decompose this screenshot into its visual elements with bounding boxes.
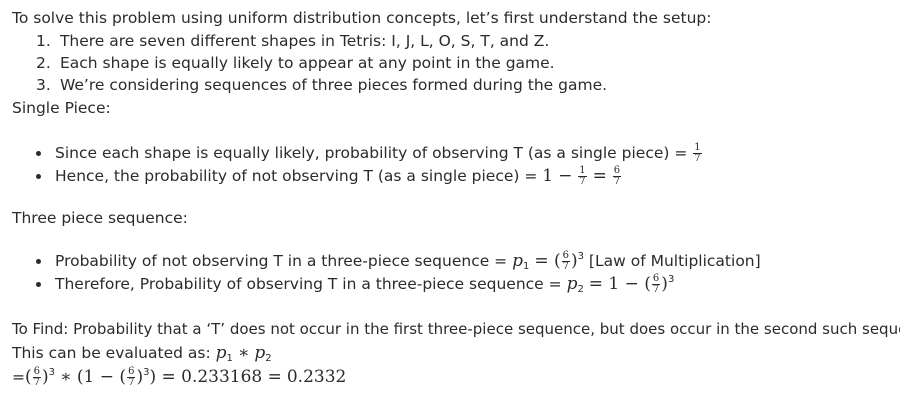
fraction-denominator: 7 bbox=[579, 176, 586, 187]
law-note: [Law of Multiplication] bbox=[588, 252, 761, 270]
setup-item-number: 3. bbox=[36, 76, 51, 94]
result-equals: = bbox=[12, 368, 25, 386]
three-bullet-1-text: Probability of not observing T in a thre… bbox=[55, 252, 508, 270]
fraction: 67 bbox=[32, 367, 42, 388]
fraction: 67 bbox=[612, 166, 622, 187]
setup-item-3: 3. We’re considering sequences of three … bbox=[36, 74, 607, 96]
math-open-paren: ( bbox=[25, 367, 32, 387]
setup-item-2: 2. Each shape is equally likely to appea… bbox=[36, 52, 555, 74]
math-close-paren: ) bbox=[42, 367, 49, 387]
single-bullet-1: Since each shape is equally likely, prob… bbox=[55, 142, 703, 164]
math-subscript: 2 bbox=[265, 353, 272, 364]
math-equals: = bbox=[592, 166, 607, 186]
math-equals-open: = 1 − ( bbox=[588, 274, 651, 294]
bullet-dot bbox=[36, 174, 41, 179]
to-find-text: To Find: Probability that a ‘T’ does not… bbox=[12, 320, 900, 338]
fraction-denominator: 7 bbox=[613, 176, 621, 187]
setup-item-number: 1. bbox=[36, 32, 51, 50]
setup-item-number: 2. bbox=[36, 54, 51, 72]
math-exponent: 3 bbox=[667, 274, 675, 285]
math-star-open: ∗ (1 − ( bbox=[59, 367, 127, 387]
fraction-denominator: 7 bbox=[562, 261, 569, 272]
fraction-denominator: 7 bbox=[33, 377, 41, 388]
fraction: 17 bbox=[693, 143, 702, 164]
evaluated-line: This can be evaluated as: p1 ∗ p2 bbox=[12, 342, 272, 364]
math-result-tail: ) = 0.233168 = bbox=[149, 367, 282, 387]
solution-document: To solve this problem using uniform dist… bbox=[0, 0, 900, 403]
bullet-dot bbox=[36, 282, 41, 287]
setup-item-1: 1. There are seven different shapes in T… bbox=[36, 30, 549, 52]
three-bullet-1: Probability of not observing T in a thre… bbox=[55, 250, 761, 272]
math-equals-open: = ( bbox=[534, 251, 561, 271]
bullet-dot bbox=[36, 151, 41, 156]
setup-item-text: Each shape is equally likely to appear a… bbox=[59, 54, 555, 72]
fraction: 67 bbox=[561, 251, 570, 272]
math-subscript: 2 bbox=[577, 284, 584, 295]
setup-item-text: We’re considering sequences of three pie… bbox=[59, 76, 608, 94]
three-bullet-2-text: Therefore, Probability of observing T in… bbox=[55, 275, 562, 293]
math-minus: − bbox=[558, 166, 573, 186]
math-p: p bbox=[254, 343, 266, 363]
math-close-paren: ) bbox=[570, 251, 578, 271]
three-piece-heading: Three piece sequence: bbox=[12, 209, 188, 227]
math-subscript: 1 bbox=[226, 353, 233, 364]
math-p: p bbox=[512, 251, 523, 271]
setup-item-text: There are seven different shapes in Tetr… bbox=[59, 32, 550, 50]
single-bullet-2-text: Hence, the probability of not observing … bbox=[55, 167, 538, 185]
math-subscript: 1 bbox=[523, 261, 530, 272]
math-exponent: 3 bbox=[577, 251, 584, 262]
three-bullet-2: Therefore, Probability of observing T in… bbox=[55, 273, 674, 295]
math-close-paren: ) bbox=[661, 274, 668, 294]
final-answer: 0.2332 bbox=[286, 367, 347, 387]
single-bullet-2: Hence, the probability of not observing … bbox=[55, 165, 622, 187]
fraction-denominator: 7 bbox=[128, 377, 135, 388]
math-p: p bbox=[566, 274, 578, 294]
bullet-dot bbox=[36, 259, 41, 264]
math-star: ∗ bbox=[237, 343, 250, 363]
math-one: 1 bbox=[542, 166, 554, 186]
math-exponent: 3 bbox=[48, 367, 56, 378]
result-line: =(6 7)3 ∗ (1 − (6 7)3) = 0.233168 = 0.2332 bbox=[12, 366, 346, 388]
fraction: 67 bbox=[651, 274, 661, 295]
intro-text: To solve this problem using uniform dist… bbox=[12, 9, 712, 27]
single-bullet-1-text: Since each shape is equally likely, prob… bbox=[55, 144, 688, 162]
fraction: 17 bbox=[578, 166, 587, 187]
fraction: 67 bbox=[127, 367, 136, 388]
evaluated-text: This can be evaluated as: bbox=[12, 344, 211, 362]
fraction-denominator: 7 bbox=[694, 153, 701, 164]
single-piece-heading: Single Piece: bbox=[12, 99, 111, 117]
fraction-denominator: 7 bbox=[652, 284, 660, 295]
math-p: p bbox=[215, 343, 227, 363]
